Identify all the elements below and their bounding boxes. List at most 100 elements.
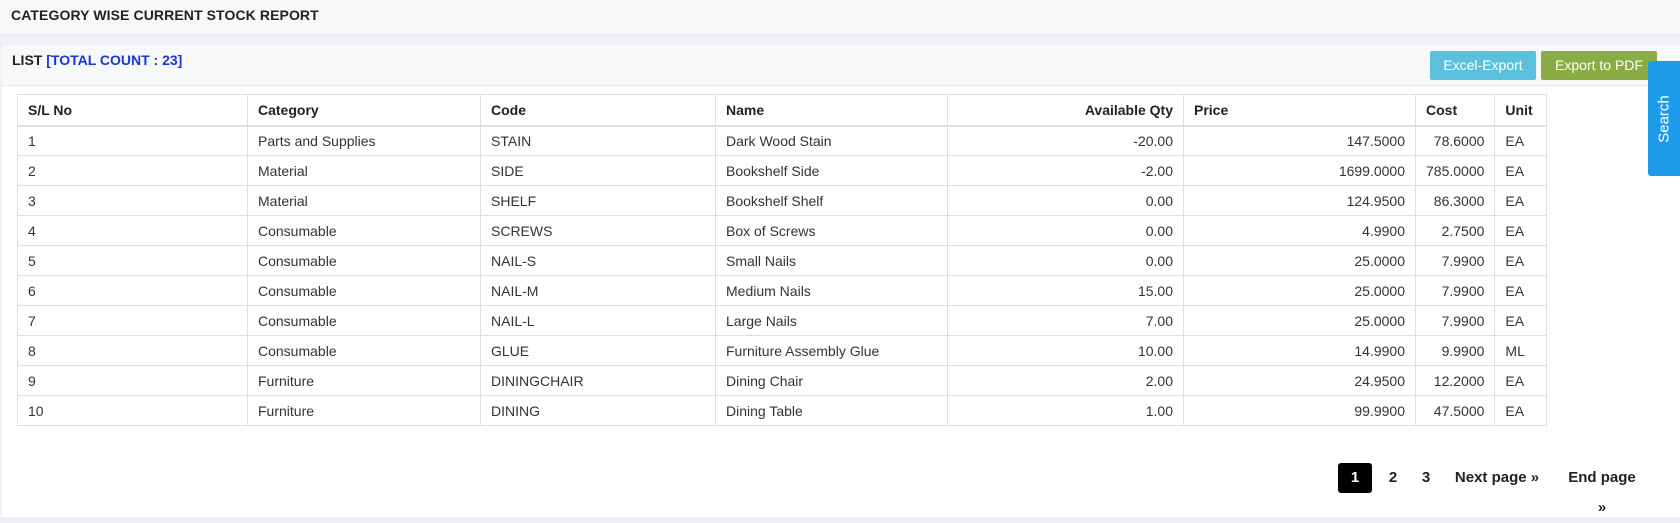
header-code[interactable]: Code xyxy=(480,94,716,127)
cell-unit: EA xyxy=(1494,215,1548,246)
cell-code: NAIL-S xyxy=(480,245,716,276)
list-panel: LIST [TOTAL COUNT : 23] Excel-Export Exp… xyxy=(2,45,1680,517)
table-row: 3 Material SHELF Bookshelf Shelf 0.00 12… xyxy=(17,185,1548,216)
header-sl-no[interactable]: S/L No xyxy=(17,94,248,127)
header-unit[interactable]: Unit xyxy=(1494,94,1548,127)
cell-category: Parts and Supplies xyxy=(247,125,481,156)
cell-code: STAIN xyxy=(480,125,716,156)
page-1-button[interactable]: 1 xyxy=(1338,463,1372,493)
table-row: 8 Consumable GLUE Furniture Assembly Glu… xyxy=(17,335,1548,366)
cell-category: Material xyxy=(247,155,481,186)
cell-price: 1699.0000 xyxy=(1183,155,1416,186)
cell-name: Dining Chair xyxy=(715,365,948,396)
cell-available-qty: 10.00 xyxy=(947,335,1184,366)
cell-sl-no: 8 xyxy=(17,335,248,366)
cell-available-qty: 2.00 xyxy=(947,365,1184,396)
header-name[interactable]: Name xyxy=(715,94,948,127)
table-row: 9 Furniture DININGCHAIR Dining Chair 2.0… xyxy=(17,365,1548,396)
cell-cost: 2.7500 xyxy=(1414,215,1496,246)
cell-price: 24.9500 xyxy=(1183,365,1416,396)
header-category[interactable]: Category xyxy=(247,94,481,127)
next-page-link[interactable]: Next page » xyxy=(1453,463,1541,493)
cell-category: Consumable xyxy=(247,245,481,276)
table-row: 7 Consumable NAIL-L Large Nails 7.00 25.… xyxy=(17,305,1548,336)
table-row: 1 Parts and Supplies STAIN Dark Wood Sta… xyxy=(17,125,1548,156)
cell-unit: EA xyxy=(1494,395,1548,426)
table-row: 10 Furniture DINING Dining Table 1.00 99… xyxy=(17,395,1548,426)
cell-code: SHELF xyxy=(480,185,716,216)
cell-name: Large Nails xyxy=(715,305,948,336)
cell-available-qty: 1.00 xyxy=(947,395,1184,426)
table-row: 6 Consumable NAIL-M Medium Nails 15.00 2… xyxy=(17,275,1548,306)
cell-available-qty: 0.00 xyxy=(947,215,1184,246)
cell-code: SIDE xyxy=(480,155,716,186)
cell-cost: 86.3000 xyxy=(1414,185,1496,216)
table-row: 5 Consumable NAIL-S Small Nails 0.00 25.… xyxy=(17,245,1548,276)
cell-unit: EA xyxy=(1494,125,1548,156)
cell-code: DININGCHAIR xyxy=(480,365,716,396)
cell-sl-no: 10 xyxy=(17,395,248,426)
cell-sl-no: 6 xyxy=(17,275,248,306)
cell-code: SCREWS xyxy=(480,215,716,246)
cell-unit: EA xyxy=(1494,365,1548,396)
cell-name: Small Nails xyxy=(715,245,948,276)
cell-sl-no: 4 xyxy=(17,215,248,246)
cell-available-qty: 0.00 xyxy=(947,185,1184,216)
table-row: 2 Material SIDE Bookshelf Side -2.00 169… xyxy=(17,155,1548,186)
cell-name: Dining Table xyxy=(715,395,948,426)
cell-category: Furniture xyxy=(247,395,481,426)
cell-unit: EA xyxy=(1494,305,1548,336)
header-price[interactable]: Price xyxy=(1183,94,1416,127)
cell-category: Material xyxy=(247,185,481,216)
cell-sl-no: 3 xyxy=(17,185,248,216)
report-header-bar: CATEGORY WISE CURRENT STOCK REPORT xyxy=(0,0,1680,35)
cell-category: Consumable xyxy=(247,305,481,336)
cell-cost: 785.0000 xyxy=(1414,155,1496,186)
excel-export-button[interactable]: Excel-Export xyxy=(1430,51,1536,80)
cell-available-qty: 15.00 xyxy=(947,275,1184,306)
cell-code: NAIL-M xyxy=(480,275,716,306)
cell-cost: 7.9900 xyxy=(1414,275,1496,306)
page-2-button[interactable]: 2 xyxy=(1382,463,1404,493)
cell-available-qty: -2.00 xyxy=(947,155,1184,186)
cell-price: 99.9900 xyxy=(1183,395,1416,426)
cell-cost: 7.9900 xyxy=(1414,305,1496,336)
table-header-row: S/L No Category Code Name Available Qty … xyxy=(17,94,1548,127)
header-cost[interactable]: Cost xyxy=(1414,94,1496,127)
cell-price: 25.0000 xyxy=(1183,245,1416,276)
cell-code: NAIL-L xyxy=(480,305,716,336)
search-tab-label: Search xyxy=(1655,94,1673,143)
cell-available-qty: -20.00 xyxy=(947,125,1184,156)
cell-price: 14.9900 xyxy=(1183,335,1416,366)
cell-category: Consumable xyxy=(247,275,481,306)
cell-category: Consumable xyxy=(247,215,481,246)
cell-sl-no: 1 xyxy=(17,125,248,156)
cell-code: DINING xyxy=(480,395,716,426)
cell-sl-no: 2 xyxy=(17,155,248,186)
list-label: LIST xyxy=(12,52,43,68)
cell-unit: EA xyxy=(1494,185,1548,216)
cell-category: Furniture xyxy=(247,365,481,396)
export-pdf-button[interactable]: Export to PDF xyxy=(1541,51,1657,80)
cell-price: 25.0000 xyxy=(1183,275,1416,306)
end-page-link[interactable]: End page » xyxy=(1562,463,1642,516)
search-side-tab[interactable]: Search xyxy=(1648,61,1680,176)
cell-price: 147.5000 xyxy=(1183,125,1416,156)
list-heading: LIST [TOTAL COUNT : 23] xyxy=(12,52,182,68)
cell-available-qty: 0.00 xyxy=(947,245,1184,276)
cell-cost: 7.9900 xyxy=(1414,245,1496,276)
cell-unit: EA xyxy=(1494,155,1548,186)
table-row: 4 Consumable SCREWS Box of Screws 0.00 4… xyxy=(17,215,1548,246)
cell-sl-no: 9 xyxy=(17,365,248,396)
header-available-qty[interactable]: Available Qty xyxy=(947,94,1184,127)
list-panel-header: LIST [TOTAL COUNT : 23] Excel-Export Exp… xyxy=(2,45,1680,86)
cell-name: Furniture Assembly Glue xyxy=(715,335,948,366)
page-3-button[interactable]: 3 xyxy=(1415,463,1437,493)
cell-name: Dark Wood Stain xyxy=(715,125,948,156)
cell-unit: EA xyxy=(1494,245,1548,276)
cell-sl-no: 5 xyxy=(17,245,248,276)
total-count: [TOTAL COUNT : 23] xyxy=(46,52,183,68)
cell-category: Consumable xyxy=(247,335,481,366)
cell-code: GLUE xyxy=(480,335,716,366)
cell-price: 25.0000 xyxy=(1183,305,1416,336)
